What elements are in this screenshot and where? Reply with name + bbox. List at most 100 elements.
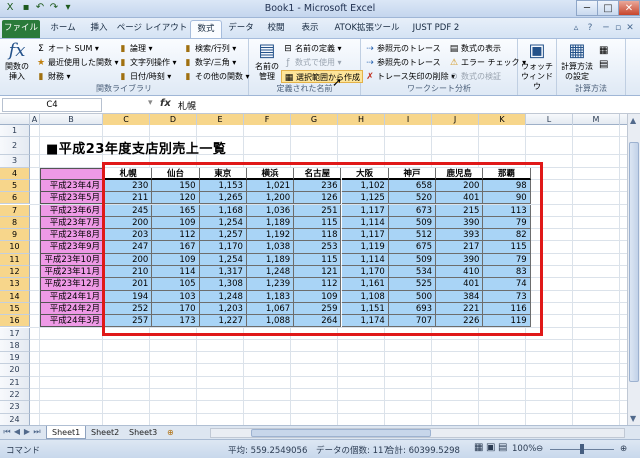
workbook-minimize-icon[interactable]: ─ (600, 22, 612, 34)
select-all-corner[interactable] (0, 114, 30, 125)
name-box[interactable]: C4 (2, 98, 102, 112)
tab-atok[interactable]: ATOK拡張ツール (330, 20, 404, 38)
last-sheet-icon[interactable]: ⏭ (32, 427, 42, 437)
row-header[interactable]: 21 (0, 376, 30, 389)
maximize-button[interactable]: □ (597, 0, 619, 16)
tab-file[interactable]: ファイル (2, 20, 40, 38)
column-header[interactable]: F (244, 114, 291, 125)
row-header[interactable]: 5 (0, 179, 30, 193)
row-header[interactable]: 6 (0, 192, 30, 205)
row-header[interactable]: 19 (0, 352, 30, 365)
calc-options-button[interactable]: ▦ 計算方法 の設定 (559, 41, 595, 82)
row-label[interactable]: 平成23年7月 (40, 216, 103, 230)
sheet-tab-3[interactable]: Sheet3 (124, 426, 162, 439)
zoom-slider-thumb[interactable] (580, 444, 584, 454)
tab-page-layout[interactable]: ページ レイアウト (116, 20, 188, 38)
define-name-button[interactable]: ⊟ 名前の定義 ▾ (283, 42, 341, 55)
tab-review[interactable]: 校閲 (260, 20, 292, 38)
show-formulas-button[interactable]: ▤ 数式の表示 (449, 42, 501, 55)
row-header[interactable]: 1 (0, 125, 30, 138)
row-header[interactable]: 18 (0, 339, 30, 353)
column-header[interactable]: L (526, 114, 573, 125)
row-header[interactable]: 8 (0, 216, 30, 230)
expand-ribbon-icon[interactable]: ▵ (570, 22, 582, 34)
column-header[interactable]: D (150, 114, 197, 125)
row-label[interactable]: 平成23年12月 (40, 278, 103, 291)
help-icon[interactable]: ? (584, 22, 596, 34)
workbook-restore-icon[interactable]: ▫ (612, 22, 624, 34)
prev-sheet-icon[interactable]: ◀ (12, 427, 22, 436)
logical-button[interactable]: ▮ 論理 ▾ (118, 42, 153, 55)
row-header[interactable]: 10 (0, 241, 30, 254)
row-label[interactable]: 平成23年6月 (40, 204, 103, 217)
horizontal-scrollbar[interactable] (210, 428, 625, 438)
tab-data[interactable]: データ (224, 20, 258, 38)
next-sheet-icon[interactable]: ▶ (22, 427, 32, 436)
row-header[interactable]: 20 (0, 364, 30, 377)
row-label[interactable]: 平成23年11月 (40, 266, 103, 279)
page-break-view-icon[interactable]: ▤ (498, 442, 507, 453)
row-header[interactable]: 11 (0, 253, 30, 266)
fx-icon[interactable]: fx (160, 98, 171, 109)
tab-formulas[interactable]: 数式 (190, 20, 222, 38)
create-from-selection-button[interactable]: ▦ 選択範囲から作成 (281, 70, 363, 83)
column-header[interactable]: K (479, 114, 526, 125)
close-button[interactable]: ✕ (618, 0, 640, 16)
row-label[interactable]: 平成23年8月 (40, 229, 103, 242)
normal-view-icon[interactable]: ▦ (474, 442, 483, 453)
sheet-tab-1[interactable]: Sheet1 (46, 426, 87, 439)
column-header[interactable]: G (291, 114, 338, 125)
text-button[interactable]: ▮ 文字列操作 ▾ (118, 56, 177, 69)
tab-insert[interactable]: 挿入 (84, 20, 114, 38)
scroll-up-icon[interactable]: ▲ (630, 116, 636, 125)
error-checking-button[interactable]: ⚠ エラー チェック ▾ (449, 56, 526, 69)
row-label[interactable]: 平成24年2月 (40, 302, 103, 316)
column-header[interactable]: I (385, 114, 432, 125)
recent-functions-button[interactable]: ★ 最近使用した関数 ▾ (36, 56, 119, 69)
use-in-formula-button[interactable]: ƒ 数式で使用 ▾ (283, 56, 341, 69)
datetime-button[interactable]: ▮ 日付/時刻 ▾ (118, 70, 172, 83)
row-label[interactable]: 平成23年10月 (40, 253, 103, 266)
new-sheet-icon[interactable]: ⊕ (162, 426, 179, 439)
row-header[interactable]: 3 (0, 155, 30, 168)
zoom-out-icon[interactable]: ⊖ (536, 444, 543, 454)
horizontal-scroll-thumb[interactable] (251, 429, 431, 437)
tab-home[interactable]: ホーム (44, 20, 82, 38)
namebox-dropdown-icon[interactable]: ▾ (148, 98, 153, 108)
row-header[interactable]: 2 (0, 137, 30, 156)
row-header[interactable]: 12 (0, 266, 30, 279)
row-label[interactable]: 平成23年5月 (40, 192, 103, 205)
row-label-header[interactable] (40, 167, 103, 180)
row-header[interactable]: 14 (0, 290, 30, 303)
other-functions-button[interactable]: ▮ その他の関数 ▾ (183, 70, 250, 83)
column-header[interactable]: M (573, 114, 620, 125)
row-header[interactable]: 4 (0, 167, 30, 180)
row-header[interactable]: 23 (0, 401, 30, 414)
vertical-scrollbar[interactable]: ▲ ▼ (627, 114, 640, 425)
evaluate-formula-button[interactable]: ⊙ 数式の検証 (449, 70, 501, 83)
column-header[interactable]: B (40, 114, 103, 125)
column-header[interactable]: E (197, 114, 244, 125)
row-label[interactable]: 平成24年3月 (40, 315, 103, 328)
financial-button[interactable]: ▮ 財務 ▾ (36, 70, 71, 83)
row-label[interactable]: 平成23年4月 (40, 179, 103, 193)
zoom-in-icon[interactable]: ⊕ (620, 444, 627, 454)
scroll-down-icon[interactable]: ▼ (630, 414, 636, 423)
column-header[interactable]: H (338, 114, 385, 125)
row-label[interactable]: 平成24年1月 (40, 290, 103, 303)
column-header[interactable]: J (432, 114, 479, 125)
tab-just-pdf[interactable]: JUST PDF 2 (406, 20, 466, 38)
row-header[interactable]: 24 (0, 413, 30, 425)
first-sheet-icon[interactable]: ⏮ (2, 427, 12, 437)
row-header[interactable]: 15 (0, 302, 30, 316)
row-label[interactable]: 平成23年9月 (40, 241, 103, 254)
row-header[interactable]: 17 (0, 327, 30, 340)
minimize-button[interactable]: ─ (576, 0, 598, 16)
row-header[interactable]: 16 (0, 315, 30, 328)
workbook-close-icon[interactable]: ✕ (624, 22, 636, 34)
tab-view[interactable]: 表示 (294, 20, 326, 38)
column-header[interactable]: A (30, 114, 40, 125)
formula-input[interactable]: 札幌 (178, 99, 196, 112)
zoom-level[interactable]: 100% (512, 444, 536, 454)
sheet-tab-2[interactable]: Sheet2 (86, 426, 124, 439)
